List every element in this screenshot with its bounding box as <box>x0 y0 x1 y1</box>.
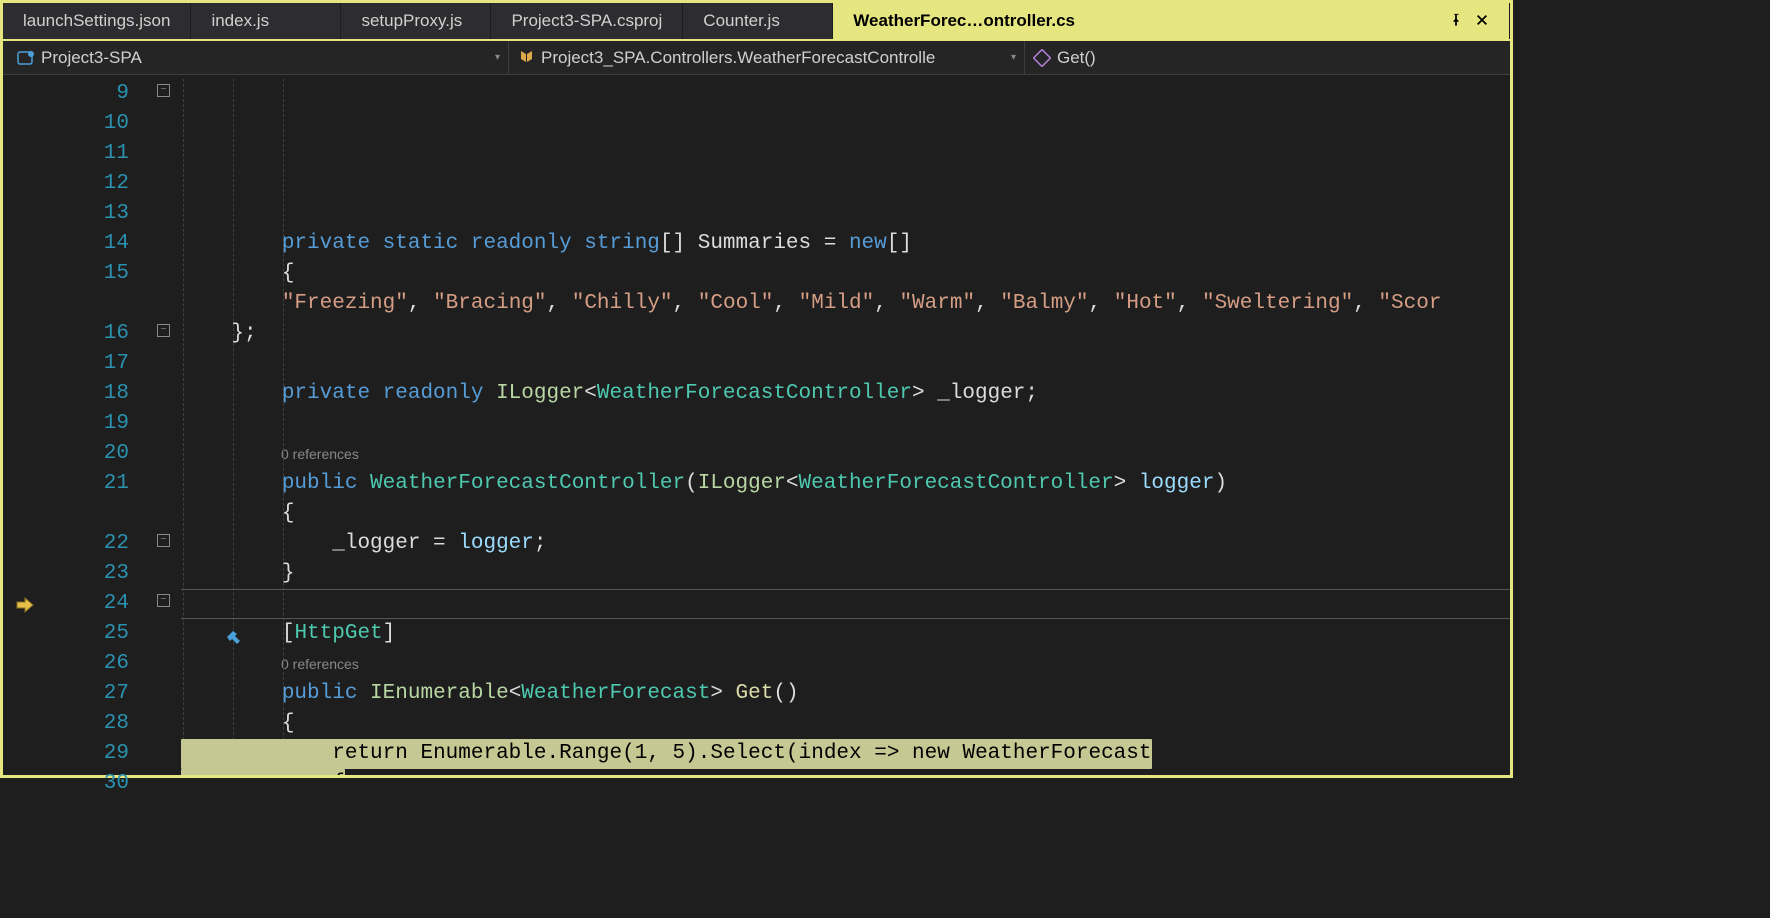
tab-label: WeatherForec…ontroller.cs <box>853 11 1075 31</box>
breadcrumb-class-label: Project3_SPA.Controllers.WeatherForecast… <box>541 48 935 68</box>
line-number: 11 <box>43 139 129 169</box>
line-number: 13 <box>43 199 129 229</box>
line-number: 18 <box>43 379 129 409</box>
code-line[interactable]: "Freezing", "Bracing", "Chilly", "Cool",… <box>181 289 1510 319</box>
code-line[interactable]: { <box>181 709 1510 739</box>
tab-setupproxy[interactable]: setupProxy.js <box>341 3 491 39</box>
tab-indexjs[interactable]: index.js <box>191 3 341 39</box>
line-number: 10 <box>43 109 129 139</box>
code-line[interactable]: { <box>181 769 1510 775</box>
code-line[interactable]: { <box>181 499 1510 529</box>
current-statement-arrow-icon <box>15 595 35 615</box>
code-line[interactable] <box>181 409 1510 439</box>
codelens-references[interactable]: 0 references <box>181 439 1510 469</box>
line-number: 20 <box>43 439 129 469</box>
pin-icon[interactable] <box>1449 13 1463 30</box>
line-number: 16 <box>43 319 129 349</box>
chevron-down-icon: ▾ <box>495 52 500 63</box>
close-icon[interactable] <box>1475 13 1489 30</box>
tab-label: setupProxy.js <box>361 11 462 31</box>
tab-csproj[interactable]: Project3-SPA.csproj <box>491 3 683 39</box>
tab-label: index.js <box>211 11 269 31</box>
code-line[interactable]: { <box>181 259 1510 289</box>
line-number: 28 <box>43 709 129 739</box>
line-number: 9 <box>43 79 129 109</box>
code-line[interactable]: private static readonly string[] Summari… <box>181 229 1510 259</box>
tab-bar: launchSettings.json index.js setupProxy.… <box>3 3 1510 41</box>
code-line[interactable]: _logger = logger; <box>181 529 1510 559</box>
line-number: 26 <box>43 649 129 679</box>
tab-launchsettings[interactable]: launchSettings.json <box>3 3 191 39</box>
fold-margin[interactable]: − − − − <box>151 75 181 775</box>
breadcrumb-project[interactable]: Project3-SPA ▾ <box>9 41 509 74</box>
line-number: 15 <box>43 259 129 289</box>
csharp-project-icon <box>17 49 35 67</box>
tab-label: Project3-SPA.csproj <box>511 11 662 31</box>
class-icon <box>517 49 535 67</box>
tab-label: Counter.js <box>703 11 780 31</box>
fold-toggle[interactable]: − <box>157 534 170 547</box>
tab-label: launchSettings.json <box>23 11 170 31</box>
code-line[interactable]: public WeatherForecastController(ILogger… <box>181 469 1510 499</box>
code-line[interactable]: [HttpGet] <box>181 619 1510 649</box>
glyph-margin[interactable] <box>3 75 43 775</box>
breadcrumb-project-label: Project3-SPA <box>41 48 142 68</box>
tab-counter[interactable]: Counter.js <box>683 3 833 39</box>
code-line[interactable]: } <box>181 559 1510 589</box>
breadcrumb-bar: Project3-SPA ▾ Project3_SPA.Controllers.… <box>3 41 1510 75</box>
code-line[interactable] <box>181 589 1510 619</box>
code-line[interactable]: }; <box>181 319 1510 349</box>
breadcrumb-member-label: Get() <box>1057 48 1096 68</box>
fold-toggle[interactable]: − <box>157 594 170 607</box>
chevron-down-icon: ▾ <box>1011 52 1016 63</box>
code-line[interactable]: private readonly ILogger<WeatherForecast… <box>181 379 1510 409</box>
line-number: 21 <box>43 469 129 499</box>
breadcrumb-member[interactable]: Get() <box>1025 41 1504 74</box>
line-number-gutter[interactable]: 9101112131415 161718192021 222324252627282… <box>43 75 151 775</box>
fold-toggle[interactable]: − <box>157 84 170 97</box>
code-line[interactable] <box>181 349 1510 379</box>
code-editor[interactable]: 9101112131415 161718192021 222324252627282… <box>3 75 1510 775</box>
tab-weatherforecast-active[interactable]: WeatherForec…ontroller.cs <box>833 3 1510 39</box>
breadcrumb-class[interactable]: Project3_SPA.Controllers.WeatherForecast… <box>509 41 1025 74</box>
line-number: 17 <box>43 349 129 379</box>
line-number: 27 <box>43 679 129 709</box>
line-number: 14 <box>43 229 129 259</box>
line-number: 12 <box>43 169 129 199</box>
code-content[interactable]: private static readonly string[] Summari… <box>181 75 1510 775</box>
line-number: 25 <box>43 619 129 649</box>
line-number: 19 <box>43 409 129 439</box>
fold-toggle[interactable]: − <box>157 324 170 337</box>
codelens-references[interactable]: 0 references <box>181 649 1510 679</box>
line-number: 23 <box>43 559 129 589</box>
line-number: 29 <box>43 739 129 769</box>
method-icon <box>1033 49 1051 67</box>
line-number: 30 <box>43 769 129 799</box>
code-line[interactable]: return Enumerable.Range(1, 5).Select(ind… <box>181 739 1510 769</box>
code-line[interactable]: public IEnumerable<WeatherForecast> Get(… <box>181 679 1510 709</box>
line-number: 22 <box>43 529 129 559</box>
line-number: 24 <box>43 589 129 619</box>
